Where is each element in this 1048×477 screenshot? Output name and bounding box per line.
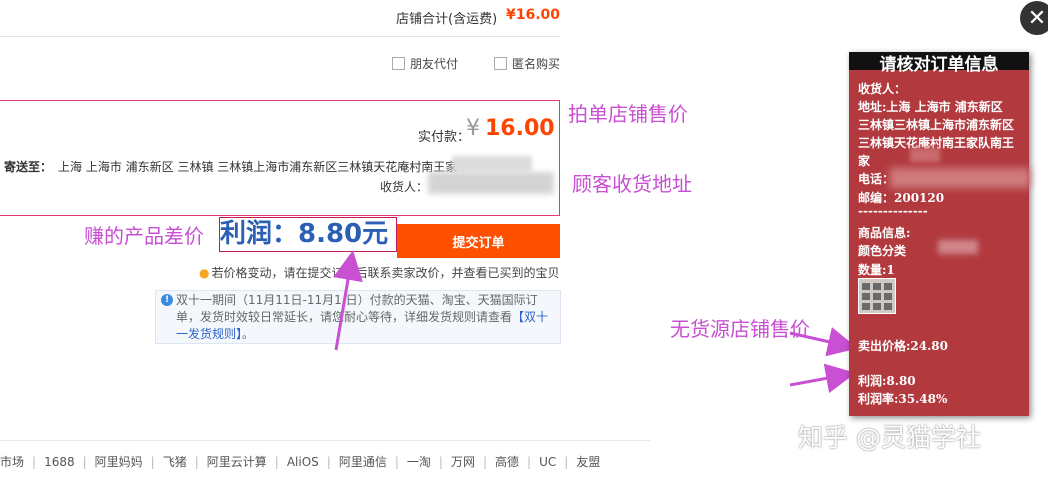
panel-color: 颜色分类 bbox=[858, 244, 907, 258]
panel-title: 请核对订单信息 bbox=[879, 55, 999, 75]
panel-color-mosaic bbox=[938, 240, 978, 254]
product-thumbnail bbox=[858, 278, 896, 314]
panel-goods-info: 商品信息: bbox=[858, 226, 911, 240]
panel-mosaic bbox=[910, 148, 940, 162]
arrow-panel-profit bbox=[789, 363, 856, 394]
panel-profit: 利润:8.80 bbox=[858, 374, 916, 388]
panel-profit-rate: 利润率:35.48% bbox=[858, 392, 948, 406]
panel-divider: -------------- bbox=[858, 204, 928, 218]
panel-receiver: 收货人： bbox=[858, 82, 907, 96]
arrow-profit bbox=[333, 250, 363, 351]
panel-phone-mosaic bbox=[890, 168, 1030, 188]
close-icon[interactable]: ✕ bbox=[1020, 1, 1048, 35]
watermark: 知乎 @灵猫学社 bbox=[798, 423, 981, 452]
arrow-sell-price bbox=[789, 327, 858, 357]
panel-phone: 电话： bbox=[858, 172, 895, 186]
panel-sell-price: 卖出价格:24.80 bbox=[858, 339, 949, 353]
panel-quantity: 数量:1 bbox=[858, 263, 895, 277]
